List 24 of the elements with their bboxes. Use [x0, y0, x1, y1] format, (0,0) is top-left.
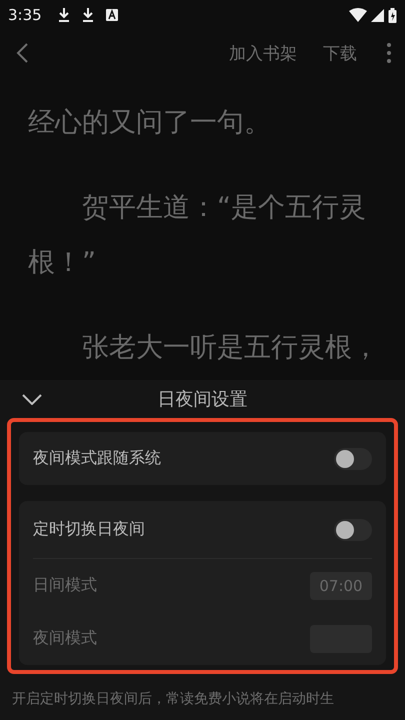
- toggle-switch[interactable]: [334, 518, 372, 540]
- story-paragraph: 贺平生道：“是个五行灵根！”: [28, 191, 367, 280]
- download-icon: [58, 8, 70, 22]
- setting-label: 夜间模式跟随系统: [33, 448, 161, 469]
- battery-icon: [388, 8, 397, 22]
- app-notification-icon: [106, 9, 118, 21]
- toolbar-action[interactable]: 加入书架: [229, 42, 297, 64]
- back-icon[interactable]: [16, 43, 28, 63]
- collapse-icon[interactable]: [22, 394, 42, 405]
- time-field[interactable]: 07:00: [310, 572, 372, 600]
- setting-label: 定时切换日夜间: [33, 519, 145, 540]
- signal-icon: [371, 8, 384, 22]
- download-icon: [82, 8, 94, 22]
- toolbar-action[interactable]: 下载: [323, 42, 357, 64]
- setting-label: 日间模式: [33, 575, 97, 596]
- more-icon[interactable]: [387, 43, 391, 63]
- setting-label: 夜间模式: [33, 628, 97, 649]
- status-time: 3:35: [8, 6, 42, 24]
- story-paragraph: 经心的又问了一句。: [28, 106, 272, 140]
- story-paragraph: 张老大一听是五行灵根，: [81, 331, 380, 365]
- info-note: 开启定时切换日夜间后，常读免费小说将在启动时生: [11, 690, 335, 708]
- panel-title: 日夜间设置: [158, 388, 248, 411]
- toggle-switch[interactable]: [334, 448, 372, 470]
- wifi-icon: [349, 8, 367, 22]
